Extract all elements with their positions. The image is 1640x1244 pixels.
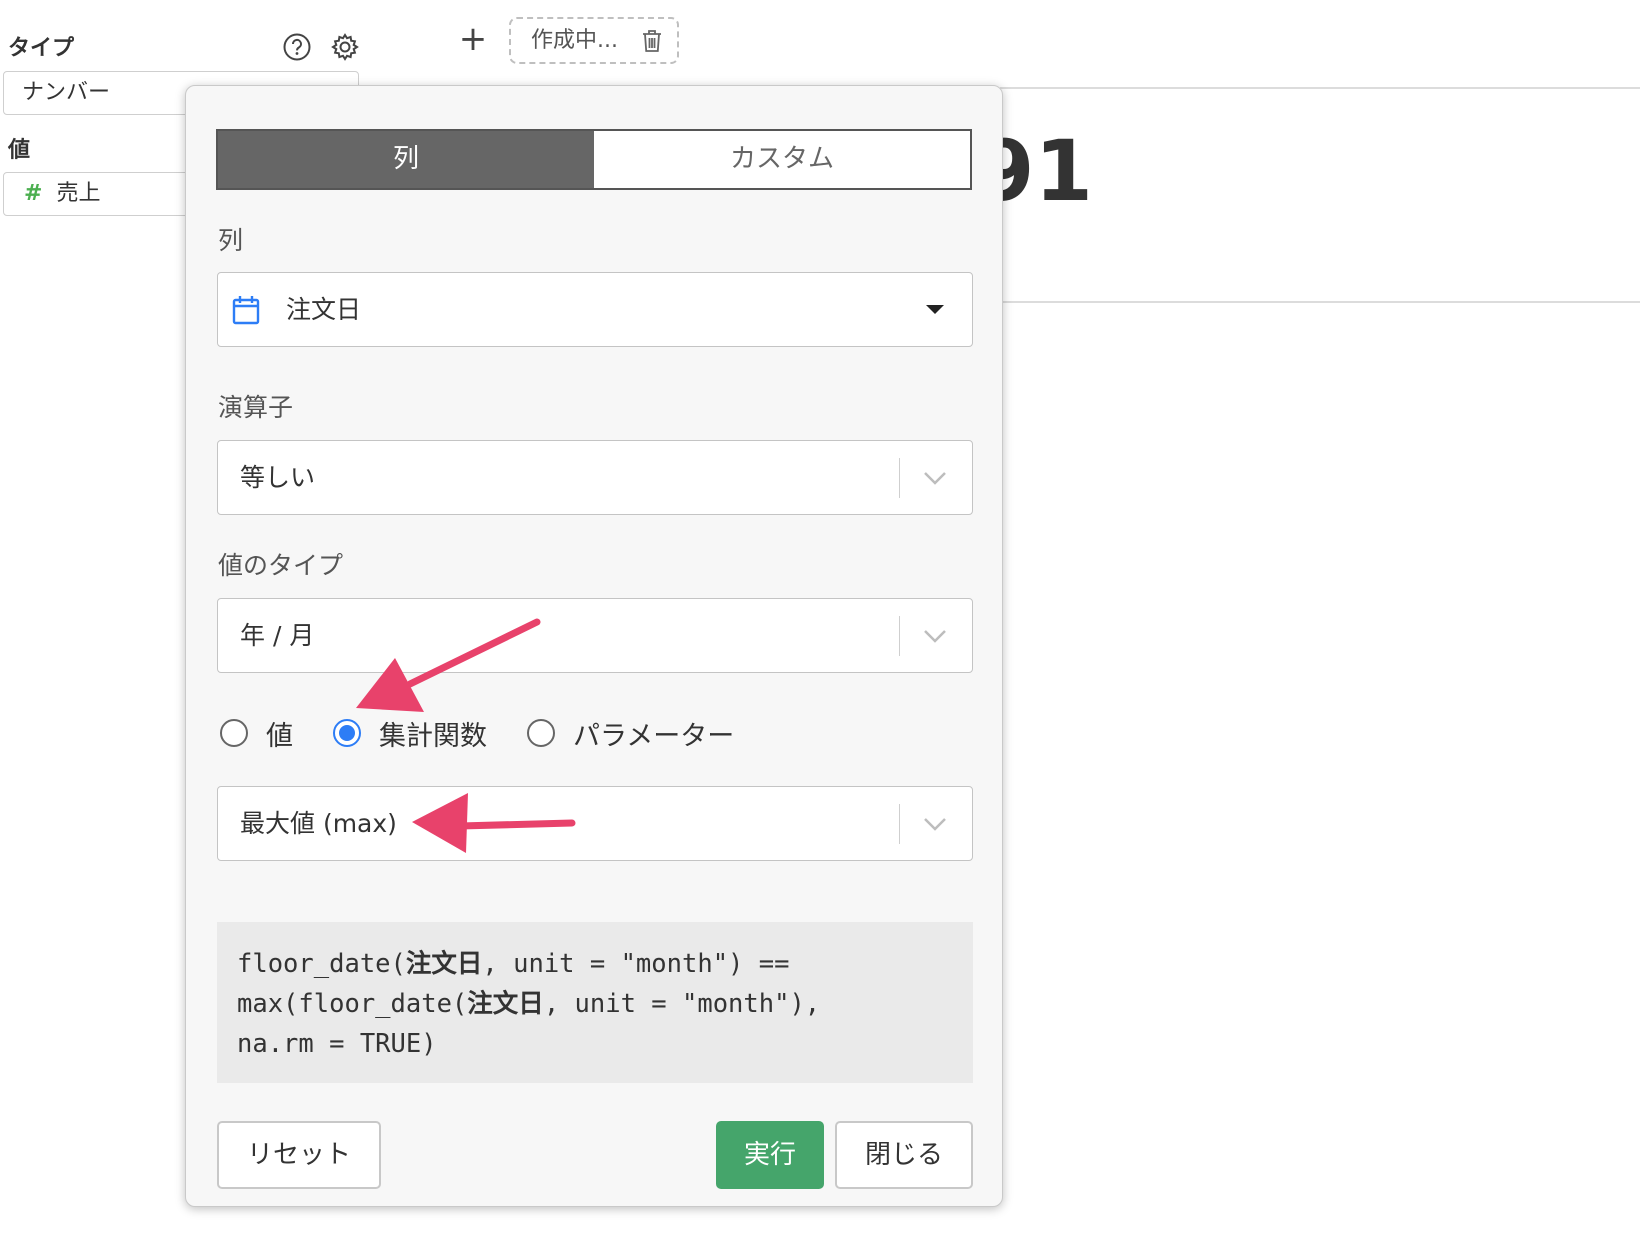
calendar-icon: [232, 296, 260, 325]
value-field-label: 売上: [56, 181, 101, 206]
radio-aggregate[interactable]: 集計関数: [333, 714, 487, 753]
chevron-down-icon: [924, 630, 946, 643]
filter-popup: 列 カスタム 列 注文日 演算子 等しい 値のタイプ 年 / 月 値 集計関数 …: [185, 85, 1003, 1207]
filter-mode-toggle: 列 カスタム: [216, 129, 972, 190]
code-text: na.rm = TRUE): [237, 1029, 437, 1059]
type-label: タイプ: [8, 36, 75, 61]
value-label: 値: [8, 138, 31, 163]
select-divider: [899, 804, 900, 844]
code-column-name: 注文日: [405, 949, 483, 979]
content-divider: [1000, 87, 1640, 89]
code-text: , unit = "month"),: [543, 989, 821, 1019]
caret-down-icon: [926, 305, 944, 314]
radio-aggregate-label: 集計関数: [379, 720, 487, 752]
column-label: 列: [218, 226, 244, 255]
radio-value-label: 値: [266, 720, 293, 752]
value-type-select[interactable]: 年 / 月: [217, 598, 973, 673]
trash-icon[interactable]: [641, 29, 663, 53]
reset-button[interactable]: リセット: [217, 1121, 381, 1189]
code-text: , unit = "month") ==: [482, 949, 790, 979]
value-type-label: 値のタイプ: [218, 551, 344, 580]
numeric-column-icon: #: [24, 181, 43, 206]
value-source-radio-group: 値 集計関数 パラメーター: [220, 714, 774, 753]
generated-code-preview: floor_date(注文日, unit = "month") == max(f…: [217, 922, 973, 1083]
code-text: floor_date(: [237, 949, 406, 979]
close-button[interactable]: 閉じる: [835, 1121, 973, 1189]
content-divider: [1000, 301, 1640, 303]
code-text: max(floor_date(: [237, 989, 468, 1019]
radio-parameter-label: パラメーター: [573, 720, 735, 752]
run-button[interactable]: 実行: [716, 1121, 824, 1189]
chevron-down-icon: [924, 818, 946, 831]
select-divider: [899, 458, 900, 498]
tab-column[interactable]: 列: [218, 131, 594, 188]
operator-select[interactable]: 等しい: [217, 440, 973, 515]
code-column-name: 注文日: [467, 989, 544, 1019]
aggregate-select-value: 最大値 (max): [240, 809, 397, 838]
operator-label: 演算子: [218, 393, 294, 422]
value-type-select-value: 年 / 月: [240, 621, 315, 650]
draft-tab-label: 作成中...: [531, 28, 618, 53]
radio-parameter[interactable]: パラメーター: [527, 714, 734, 753]
radio-circle-checked[interactable]: [333, 719, 361, 747]
operator-select-value: 等しい: [240, 463, 316, 492]
draft-filter-tab[interactable]: 作成中...: [509, 17, 679, 64]
aggregate-function-select[interactable]: 最大値 (max): [217, 786, 973, 861]
tab-custom[interactable]: カスタム: [594, 131, 970, 188]
select-divider: [899, 616, 900, 656]
chevron-down-icon: [924, 472, 946, 485]
type-select-value: ナンバー: [22, 80, 111, 105]
column-select[interactable]: 注文日: [217, 272, 973, 347]
add-filter-button[interactable]: +: [458, 20, 488, 60]
radio-circle[interactable]: [527, 719, 555, 747]
question-circle-icon[interactable]: [282, 32, 312, 62]
gear-icon[interactable]: [330, 32, 360, 62]
column-select-value: 注文日: [286, 295, 362, 324]
radio-value[interactable]: 値: [220, 714, 293, 753]
radio-circle[interactable]: [220, 719, 248, 747]
